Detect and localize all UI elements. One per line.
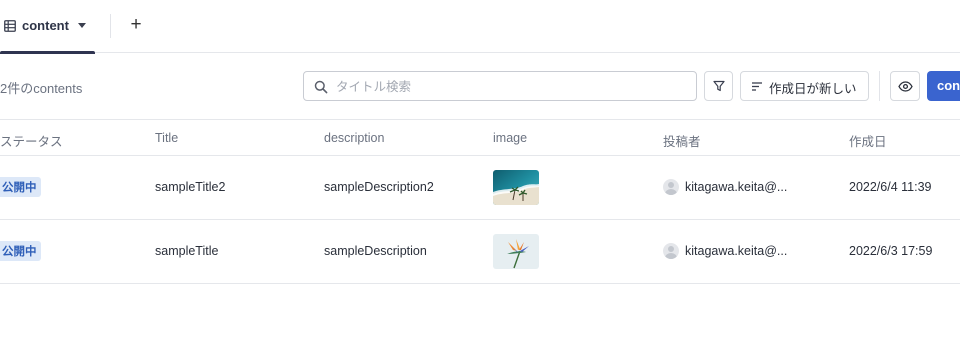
add-tab-button[interactable]: + <box>127 15 145 35</box>
tab-label: content <box>22 18 69 33</box>
filter-button[interactable] <box>704 71 733 101</box>
tab-content[interactable]: content <box>0 0 95 54</box>
grid-list-icon <box>4 20 16 32</box>
row-title: sampleTitle2 <box>155 180 226 194</box>
search-icon <box>314 80 328 94</box>
header-created[interactable]: 作成日 <box>849 131 887 150</box>
table-header: ステータス Title description image 投稿者 作成日 <box>0 119 960 156</box>
content-count: 2件のcontents <box>0 81 83 96</box>
create-content-button[interactable]: con <box>927 71 960 101</box>
row-author: kitagawa.keita@... <box>685 180 788 194</box>
row-description: sampleDescription <box>324 244 427 258</box>
avatar-icon <box>663 179 679 195</box>
active-tab-indicator <box>0 51 95 54</box>
header-status[interactable]: ステータス <box>0 131 63 150</box>
flower-photo-thumbnail <box>493 234 539 269</box>
tab-bar: content + <box>0 0 960 54</box>
row-created: 2022/6/3 17:59 <box>849 244 933 258</box>
toolbar-divider <box>879 71 880 101</box>
header-image[interactable]: image <box>493 131 527 145</box>
table-row[interactable]: 公開中 sampleTitle2 sampleDescription2 kita… <box>0 156 960 220</box>
search-box[interactable] <box>303 71 697 101</box>
row-description: sampleDescription2 <box>324 180 434 194</box>
search-input[interactable] <box>336 76 686 96</box>
row-author: kitagawa.keita@... <box>685 244 788 258</box>
status-badge: 公開中 <box>0 241 41 261</box>
tab-divider <box>110 14 111 38</box>
table-row[interactable]: 公開中 sampleTitle sampleDescription kitaga… <box>0 220 960 284</box>
filter-icon <box>713 80 725 92</box>
header-title[interactable]: Title <box>155 131 178 145</box>
caret-down-icon[interactable] <box>78 23 86 28</box>
avatar-icon <box>663 243 679 259</box>
row-title: sampleTitle <box>155 244 219 258</box>
preview-button[interactable] <box>890 71 920 101</box>
beach-photo-thumbnail <box>493 170 539 205</box>
sort-icon <box>752 82 762 91</box>
create-content-label: con <box>937 78 960 93</box>
row-created: 2022/6/4 11:39 <box>849 180 932 194</box>
status-badge: 公開中 <box>0 177 41 197</box>
header-author[interactable]: 投稿者 <box>663 131 701 150</box>
content-table: ステータス Title description image 投稿者 作成日 公開… <box>0 119 960 284</box>
sort-button[interactable]: 作成日が新しい <box>740 71 869 101</box>
eye-icon <box>898 81 913 92</box>
header-description[interactable]: description <box>324 131 384 145</box>
sort-label: 作成日が新しい <box>769 81 857 96</box>
